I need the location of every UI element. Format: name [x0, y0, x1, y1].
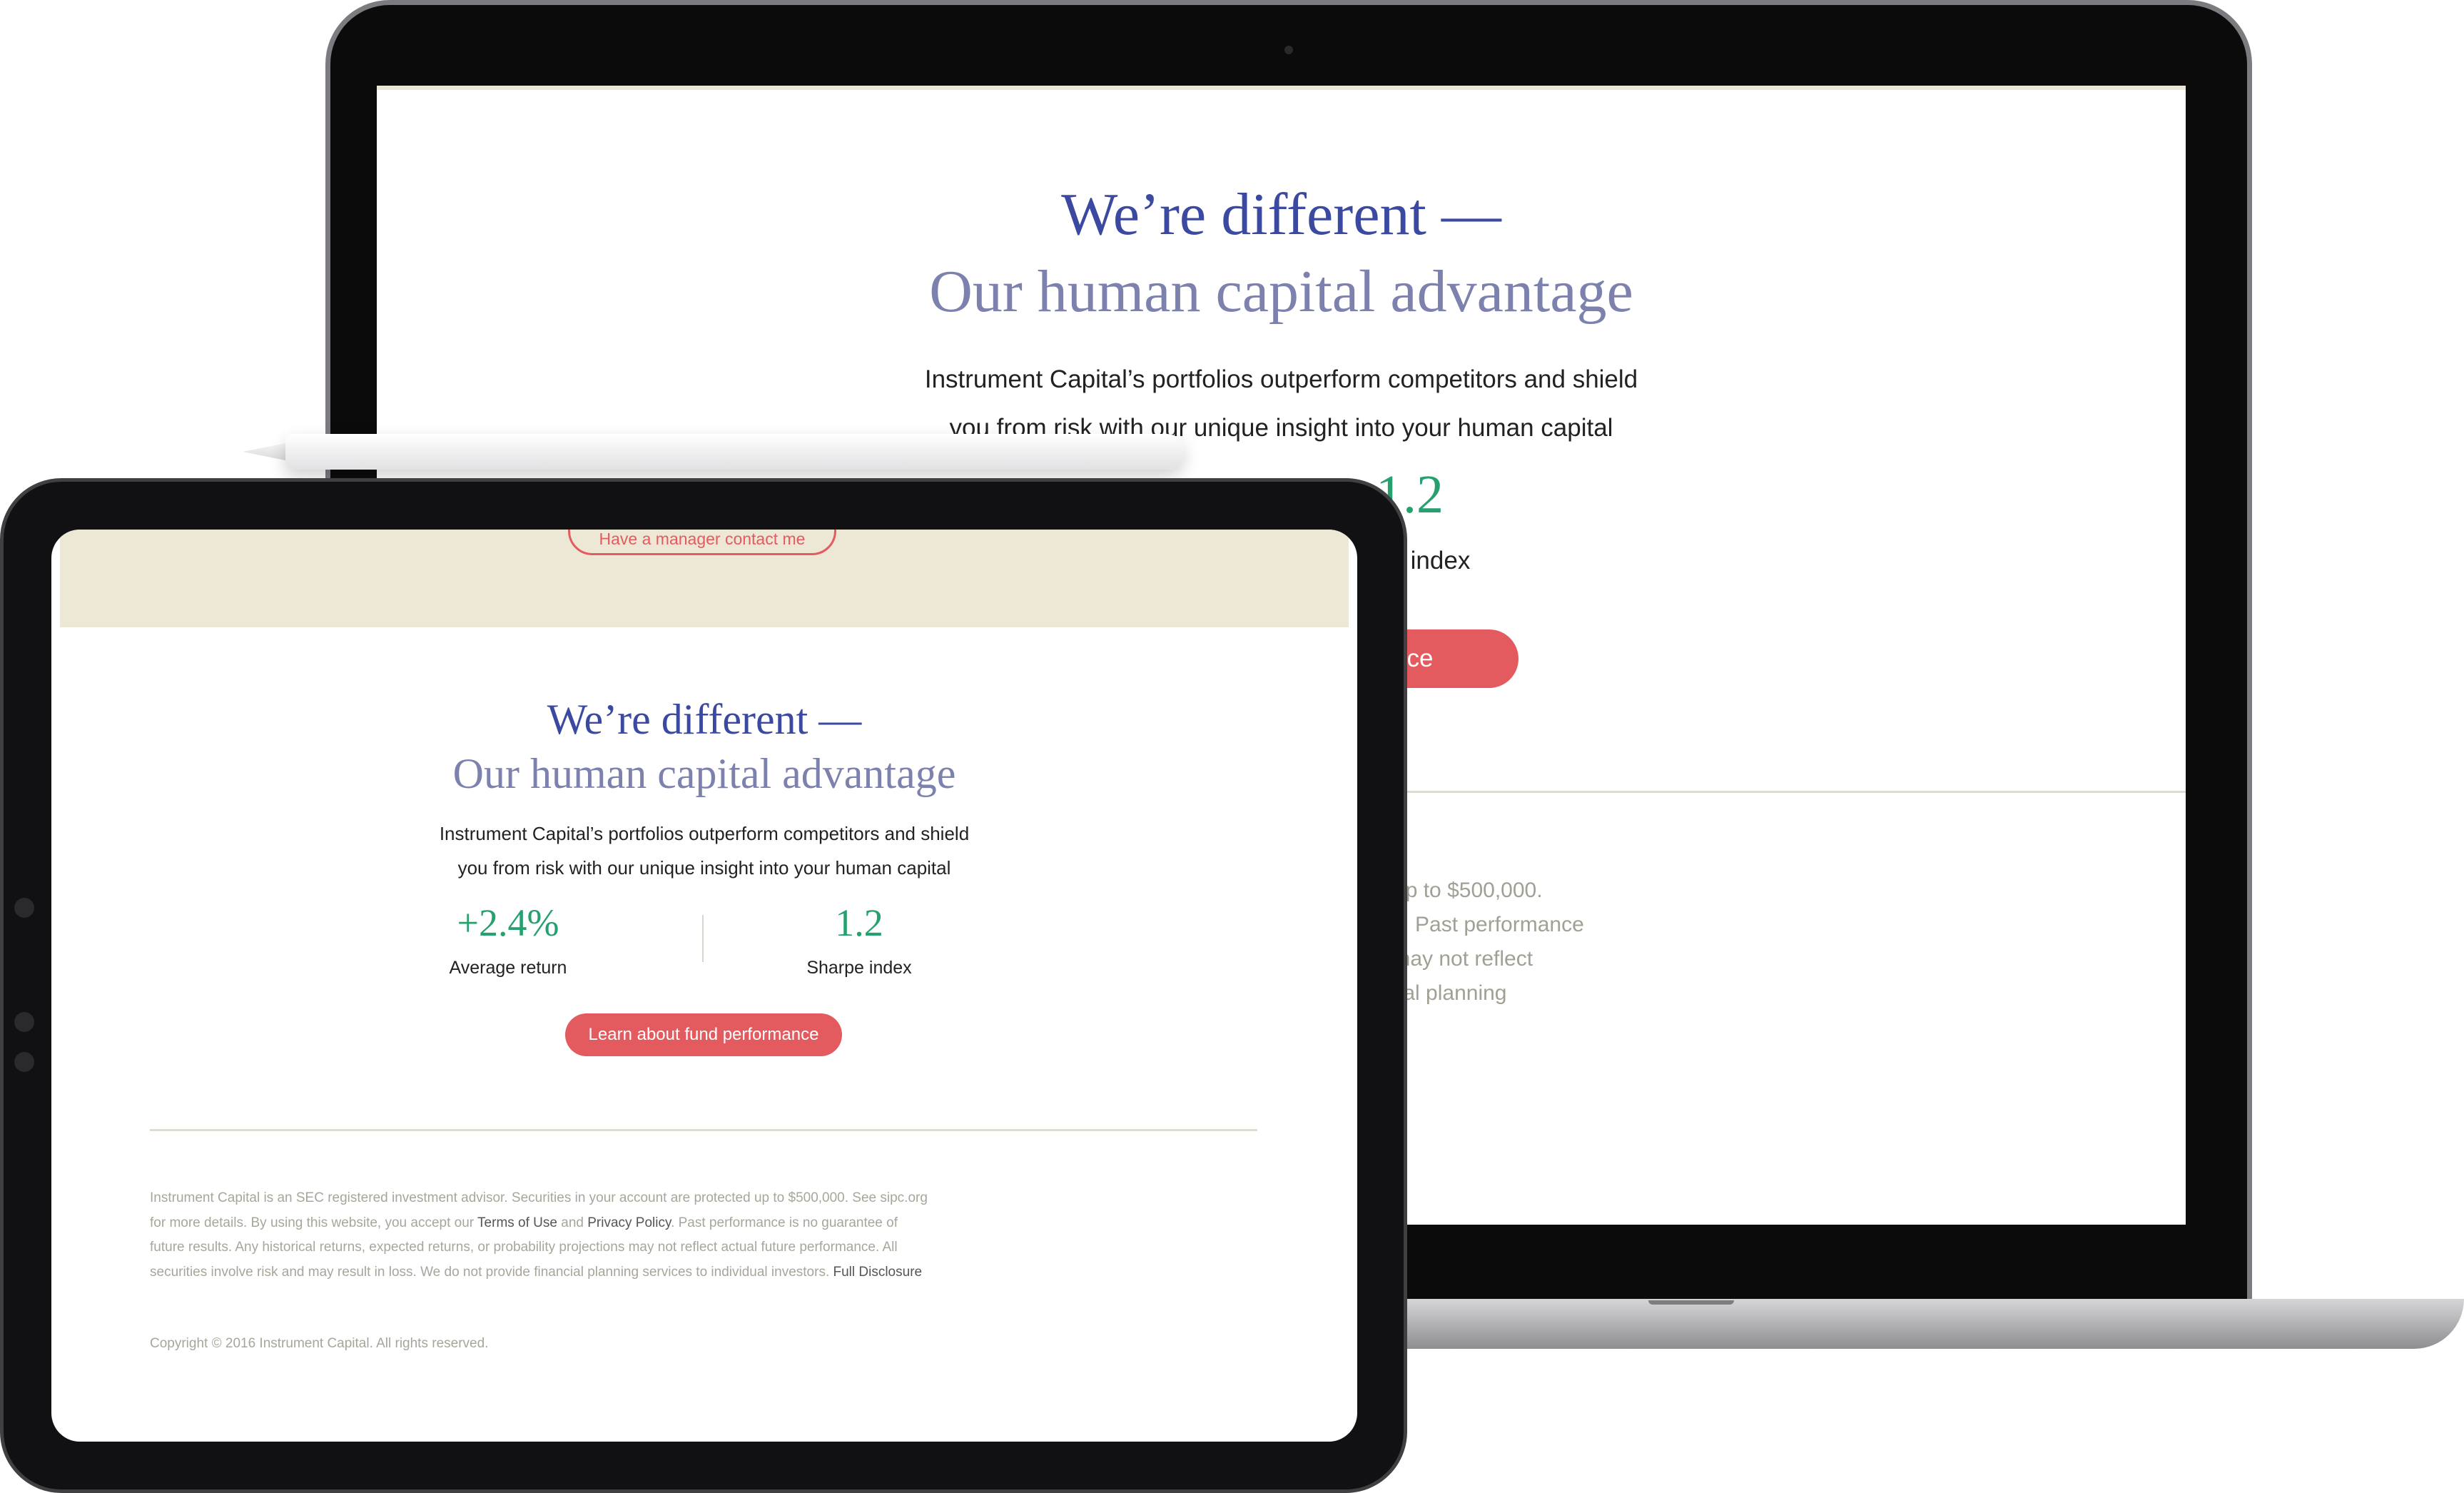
laptop-intro-line1: Instrument Capital’s portfolios outperfo… [924, 365, 1638, 393]
full-disclosure-link[interactable]: Full Disclosure [833, 1265, 923, 1280]
tablet-side-button [14, 898, 34, 918]
sharpe-index-label: Sharpe index [806, 958, 912, 978]
laptop-disclosure-line: Past performance [1415, 913, 1584, 936]
laptop-divider [1376, 791, 2186, 793]
stylus-pencil [285, 434, 1185, 470]
laptop-notch [1648, 1300, 1734, 1305]
tablet-divider [150, 1129, 1257, 1131]
tablet-intro-line1: Instrument Capital’s portfolios outperfo… [439, 823, 970, 844]
tablet-screen: Have a manager contact me We’re differen… [51, 530, 1357, 1442]
tablet-intro-line2: you from risk with our unique insight in… [457, 857, 951, 879]
average-return-label: Average return [449, 958, 567, 978]
terms-of-use-link[interactable]: Terms of Use [477, 1215, 557, 1230]
laptop-disclosure-line: ncial planning [1376, 981, 1507, 1005]
laptop-camera [1284, 46, 1293, 54]
laptop-disclosure-line: d up to $500,000. [1376, 879, 1543, 902]
laptop-heading-line2: Our human capital advantage [929, 258, 1633, 325]
copyright-text: Copyright © 2016 Instrument Capital. All… [150, 1336, 489, 1351]
tablet-side-button [14, 1012, 34, 1032]
learn-fund-performance-button[interactable]: Learn about fund performance [565, 1013, 842, 1056]
tablet-side-button [14, 1052, 34, 1072]
tablet-heading-line1: We’re different — [547, 696, 862, 743]
privacy-policy-link[interactable]: Privacy Policy [587, 1215, 671, 1230]
sharpe-index-value: 1.2 [835, 901, 883, 944]
tablet-beige-band: Have a manager contact me [60, 530, 1349, 627]
stats-divider [702, 915, 704, 962]
contact-manager-button[interactable]: Have a manager contact me [568, 530, 836, 555]
laptop-top-band [377, 86, 2186, 90]
laptop-heading-line1: We’re different — [1061, 181, 1501, 248]
average-return-value: +2.4% [457, 901, 559, 944]
disclosure-text: Instrument Capital is an SEC registered … [150, 1186, 935, 1285]
disclosure-and: and [561, 1215, 584, 1230]
tablet-heading-line2: Our human capital advantage [452, 750, 956, 797]
laptop-disclosure-line: s may not reflect [1376, 947, 1533, 971]
